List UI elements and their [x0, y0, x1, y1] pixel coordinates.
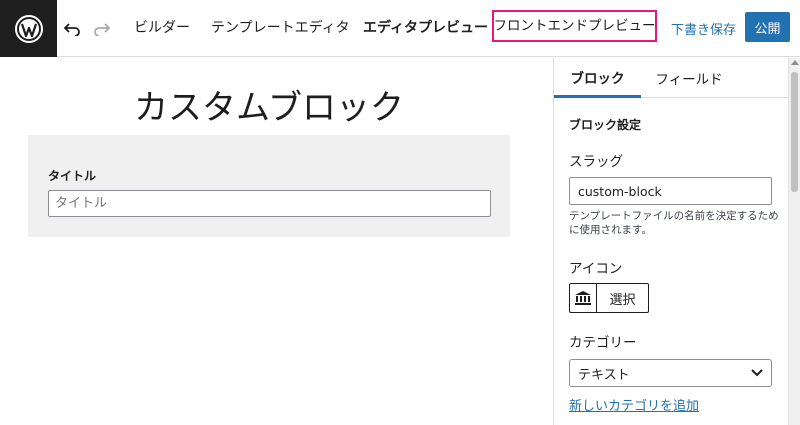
- slug-label: スラッグ: [569, 154, 623, 170]
- undo-icon[interactable]: [60, 17, 84, 41]
- scroll-thumb[interactable]: [791, 72, 798, 192]
- nav-builder[interactable]: ビルダー: [134, 18, 190, 38]
- tab-block[interactable]: ブロック: [554, 58, 641, 98]
- save-draft-button[interactable]: 下書き保存: [671, 19, 736, 38]
- title-input[interactable]: [48, 190, 491, 217]
- block-settings-heading: ブロック設定: [569, 118, 642, 132]
- nav-editor-preview[interactable]: エディタプレビュー: [363, 18, 488, 38]
- block-fields-panel: タイトル: [28, 135, 510, 237]
- tab-field[interactable]: フィールド: [644, 58, 734, 98]
- scroll-up-arrow-icon[interactable]: [791, 60, 799, 65]
- bank-icon: [570, 284, 597, 312]
- redo-icon[interactable]: [90, 17, 114, 41]
- category-value: テキスト: [578, 367, 630, 383]
- category-label: カテゴリー: [569, 335, 637, 351]
- settings-sidebar: ブロック フィールド ブロック設定 スラッグ テンプレートファイルの名前を決定す…: [553, 58, 800, 425]
- chevron-down-icon: [751, 369, 763, 377]
- wordpress-logo-icon: [14, 14, 43, 43]
- icon-label: アイコン: [569, 261, 623, 277]
- publish-button[interactable]: 公開: [745, 12, 790, 42]
- slug-help-text: テンプレートファイルの名前を決定するために使用されます。: [569, 210, 779, 236]
- top-toolbar: ビルダー テンプレートエディタ エディタプレビュー フロントエンドプレビュー 下…: [0, 0, 800, 57]
- slug-input[interactable]: [569, 177, 772, 205]
- editor-canvas: カスタムブロック タイトル: [0, 58, 553, 425]
- sidebar-tabs: ブロック フィールド: [554, 58, 789, 98]
- sidebar-scrollbar[interactable]: [788, 58, 800, 425]
- wordpress-logo-icon[interactable]: [0, 0, 57, 57]
- add-category-link[interactable]: 新しいカテゴリを追加: [569, 395, 699, 414]
- nav-front-preview[interactable]: フロントエンドプレビュー: [492, 10, 657, 42]
- category-select[interactable]: テキスト: [569, 359, 772, 387]
- icon-picker[interactable]: 選択: [569, 283, 649, 313]
- field-label: タイトル: [48, 169, 97, 183]
- block-title: カスタムブロック: [134, 88, 404, 128]
- icon-select-button[interactable]: 選択: [597, 284, 648, 312]
- nav-template-editor[interactable]: テンプレートエディタ: [211, 18, 350, 38]
